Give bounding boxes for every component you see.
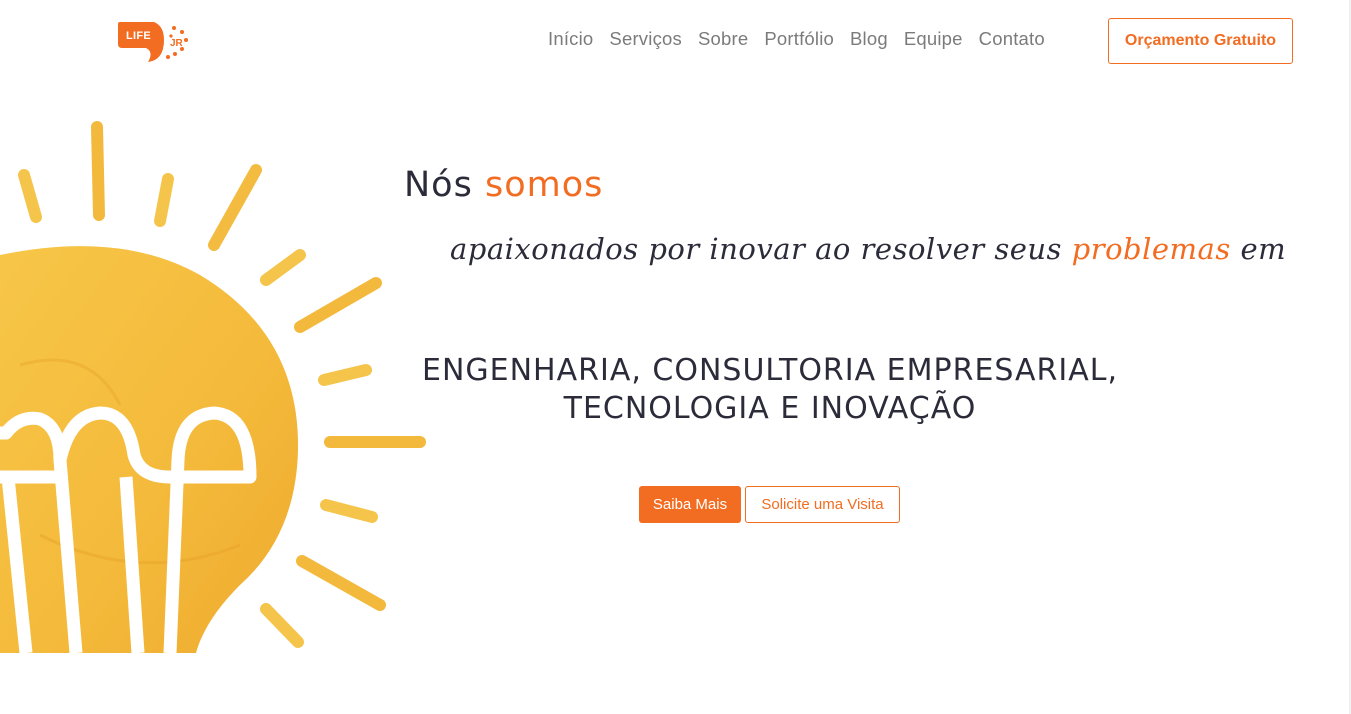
nav-item-portfolio[interactable]: Portfólio [764,28,834,50]
main-nav: Início Serviços Sobre Portfólio Blog Equ… [548,28,1045,50]
lightbulb-leaf-logo-icon [118,22,188,62]
hero-intro-accent: somos [484,165,604,205]
hero-tagline-end: em [1240,232,1287,266]
hero-areas-line-2: TECNOLOGIA E INOVAÇÃO [563,391,977,426]
nav-item-sobre[interactable]: Sobre [698,28,748,50]
logo-text: LIFE [126,30,152,42]
logo-suffix: JR [170,38,183,49]
nav-item-blog[interactable]: Blog [850,28,888,50]
hero-tagline-accent: problemas [1071,232,1231,266]
hero-tagline-start: apaixonados por inovar ao resolver seus [450,232,1062,266]
hero-intro: Nós somos [404,165,603,205]
free-quote-button[interactable]: Orçamento Gratuito [1108,18,1293,64]
nav-item-equipe[interactable]: Equipe [904,28,963,50]
site-logo[interactable]: LIFE JR [118,18,198,66]
nav-item-inicio[interactable]: Início [548,28,593,50]
learn-more-button[interactable]: Saiba Mais [639,486,741,523]
request-visit-button[interactable]: Solicite uma Visita [745,486,900,523]
hero-areas: ENGENHARIA, CONSULTORIA EMPRESARIAL, TEC… [420,352,1120,428]
hero-areas-line-1: ENGENHARIA, CONSULTORIA EMPRESARIAL, [422,353,1118,388]
nav-item-contato[interactable]: Contato [979,28,1045,50]
hero-intro-we: Nós [404,165,473,205]
nav-item-servicos[interactable]: Serviços [609,28,682,50]
lightbulb-icon [0,121,426,654]
hero-tagline: apaixonados por inovar ao resolver seus … [450,232,1286,266]
